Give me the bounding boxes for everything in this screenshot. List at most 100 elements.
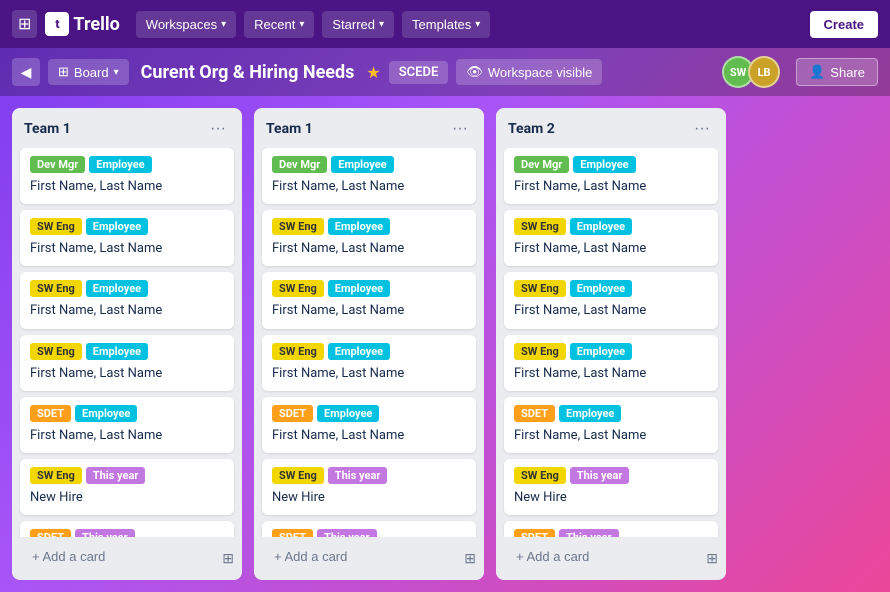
card-name-2-0: First Name, Last Name: [514, 178, 708, 196]
card-1-6[interactable]: SDETThis yearNew Hire: [262, 521, 476, 537]
card-2-3[interactable]: SW EngEmployeeFirst Name, Last Name: [504, 335, 718, 391]
card-labels-2-5: SW EngThis year: [514, 467, 708, 484]
list-title-0: Team 1: [24, 121, 71, 137]
card-0-0[interactable]: Dev MgrEmployeeFirst Name, Last Name: [20, 148, 234, 204]
share-label: Share: [830, 65, 865, 80]
list-menu-button-2[interactable]: ···: [690, 118, 714, 140]
workspace-visibility-button[interactable]: 👁 Workspace visible: [456, 59, 602, 85]
starred-chevron-icon: ▾: [379, 19, 384, 30]
archive-button-1[interactable]: ⊞: [460, 546, 480, 571]
card-1-4[interactable]: SDETEmployeeFirst Name, Last Name: [262, 397, 476, 453]
label-2-4-0: SDET: [514, 405, 555, 422]
card-0-1[interactable]: SW EngEmployee First Name, Last Name: [20, 210, 234, 266]
card-0-2[interactable]: SW EngEmployeeFirst Name, Last Name: [20, 272, 234, 328]
label-1-1-0: SW Eng: [272, 218, 324, 235]
recent-label: Recent: [254, 17, 295, 32]
starred-label: Starred: [332, 17, 375, 32]
card-name-1-0: First Name, Last Name: [272, 178, 466, 196]
label-1-4-0: SDET: [272, 405, 313, 422]
label-1-5-1: This year: [328, 467, 388, 484]
label-1-5-0: SW Eng: [272, 467, 324, 484]
label-2-3-0: SW Eng: [514, 343, 566, 360]
add-card-button-1[interactable]: + Add a card: [262, 541, 456, 572]
sidebar-toggle-button[interactable]: ◀: [12, 58, 40, 86]
label-0-2-1: Employee: [86, 280, 148, 297]
card-0-6[interactable]: SDETThis yearNew Hire: [20, 521, 234, 537]
card-2-5[interactable]: SW EngThis yearNew Hire: [504, 459, 718, 515]
top-navigation: ⊞ t Trello Workspaces ▾ Recent ▾ Starred…: [0, 0, 890, 48]
star-icon[interactable]: ★: [366, 63, 380, 82]
label-2-6-0: SDET: [514, 529, 555, 537]
label-2-0-0: Dev Mgr: [514, 156, 569, 173]
avatar-lb[interactable]: LB: [748, 56, 780, 88]
label-0-1-1: Employee: [86, 218, 148, 235]
create-button[interactable]: Create: [810, 11, 878, 38]
card-labels-2-4: SDETEmployee: [514, 405, 708, 422]
avatar-sw-initials: SW: [730, 66, 746, 79]
card-labels-1-6: SDETThis year: [272, 529, 466, 537]
templates-menu-button[interactable]: Templates ▾: [402, 11, 490, 38]
board-title: Curent Org & Hiring Needs: [141, 62, 355, 83]
card-1-0[interactable]: Dev MgrEmployeeFirst Name, Last Name: [262, 148, 476, 204]
card-1-2[interactable]: SW EngEmployeeFirst Name, Last Name: [262, 272, 476, 328]
card-2-4[interactable]: SDETEmployeeFirst Name, Last Name: [504, 397, 718, 453]
list-menu-button-1[interactable]: ···: [448, 118, 472, 140]
avatar-group: SW LB: [722, 56, 780, 88]
card-2-0[interactable]: Dev MgrEmployee First Name, Last Name: [504, 148, 718, 204]
card-1-3[interactable]: SW EngEmployee First Name, Last Name: [262, 335, 476, 391]
label-0-6-0: SDET: [30, 529, 71, 537]
list-cards-1: Dev MgrEmployeeFirst Name, Last Name SW E…: [254, 148, 484, 537]
card-name-0-5: New Hire: [30, 489, 224, 507]
board-tag: SCEDE: [389, 61, 449, 84]
card-labels-0-4: SDETEmployee: [30, 405, 224, 422]
list-footer-0: + Add a card⊞: [12, 537, 242, 580]
add-card-label-2: + Add a card: [516, 549, 589, 564]
card-labels-0-1: SW EngEmployee: [30, 218, 224, 235]
archive-button-2[interactable]: ⊞: [702, 546, 722, 571]
card-1-5[interactable]: SW EngThis yearNew Hire: [262, 459, 476, 515]
card-labels-0-6: SDET This year: [30, 529, 224, 537]
card-0-4[interactable]: SDETEmployeeFirst Name, Last Name: [20, 397, 234, 453]
card-2-2[interactable]: SW EngEmployeeFirst Name, Last Name: [504, 272, 718, 328]
list-footer-1: + Add a card⊞: [254, 537, 484, 580]
grid-icon-button[interactable]: ⊞: [12, 10, 37, 38]
templates-label: Templates: [412, 17, 471, 32]
sidebar-chevron-icon: ◀: [21, 64, 32, 81]
card-1-1[interactable]: SW EngEmployeeFirst Name, Last Name: [262, 210, 476, 266]
card-labels-2-0: Dev MgrEmployee: [514, 156, 708, 173]
card-name-0-2: First Name, Last Name: [30, 302, 224, 320]
card-labels-0-0: Dev MgrEmployee: [30, 156, 224, 173]
list-header-2: Team 2···: [496, 108, 726, 148]
card-labels-1-2: SW EngEmployee: [272, 280, 466, 297]
card-name-1-3: First Name, Last Name: [272, 365, 466, 383]
share-button[interactable]: 👤 Share: [796, 58, 878, 86]
board-view-chevron-icon: ▾: [114, 67, 119, 78]
label-1-2-1: Employee: [328, 280, 390, 297]
workspaces-menu-button[interactable]: Workspaces ▾: [136, 11, 236, 38]
board-content: Team 1···Dev MgrEmployeeFirst Name, Last…: [0, 96, 890, 592]
label-1-2-0: SW Eng: [272, 280, 324, 297]
card-name-2-1: First Name, Last Name: [514, 240, 708, 258]
card-name-0-1: First Name, Last Name: [30, 240, 224, 258]
avatar-lb-initials: LB: [758, 66, 771, 79]
add-card-button-2[interactable]: + Add a card: [504, 541, 698, 572]
card-2-1[interactable]: SW EngEmployeeFirst Name, Last Name: [504, 210, 718, 266]
card-labels-1-3: SW EngEmployee: [272, 343, 466, 360]
list-menu-button-0[interactable]: ···: [206, 118, 230, 140]
card-0-5[interactable]: SW EngThis yearNew Hire: [20, 459, 234, 515]
label-0-6-1: This year: [75, 529, 135, 537]
add-card-button-0[interactable]: + Add a card: [20, 541, 214, 572]
templates-chevron-icon: ▾: [475, 19, 480, 30]
archive-button-0[interactable]: ⊞: [218, 546, 238, 571]
visibility-label: Workspace visible: [488, 65, 593, 80]
board-view-button[interactable]: ⊞ Board ▾: [48, 59, 129, 85]
label-0-0-0: Dev Mgr: [30, 156, 85, 173]
label-1-1-1: Employee: [328, 218, 390, 235]
card-2-6[interactable]: SDETThis yearNew Hire: [504, 521, 718, 537]
label-2-2-0: SW Eng: [514, 280, 566, 297]
card-0-3[interactable]: SW EngEmployeeFirst Name, Last Name: [20, 335, 234, 391]
card-labels-1-4: SDETEmployee: [272, 405, 466, 422]
starred-menu-button[interactable]: Starred ▾: [322, 11, 394, 38]
recent-menu-button[interactable]: Recent ▾: [244, 11, 314, 38]
list-2: Team 2··· Dev MgrEmployee First Name, Last…: [496, 108, 726, 580]
